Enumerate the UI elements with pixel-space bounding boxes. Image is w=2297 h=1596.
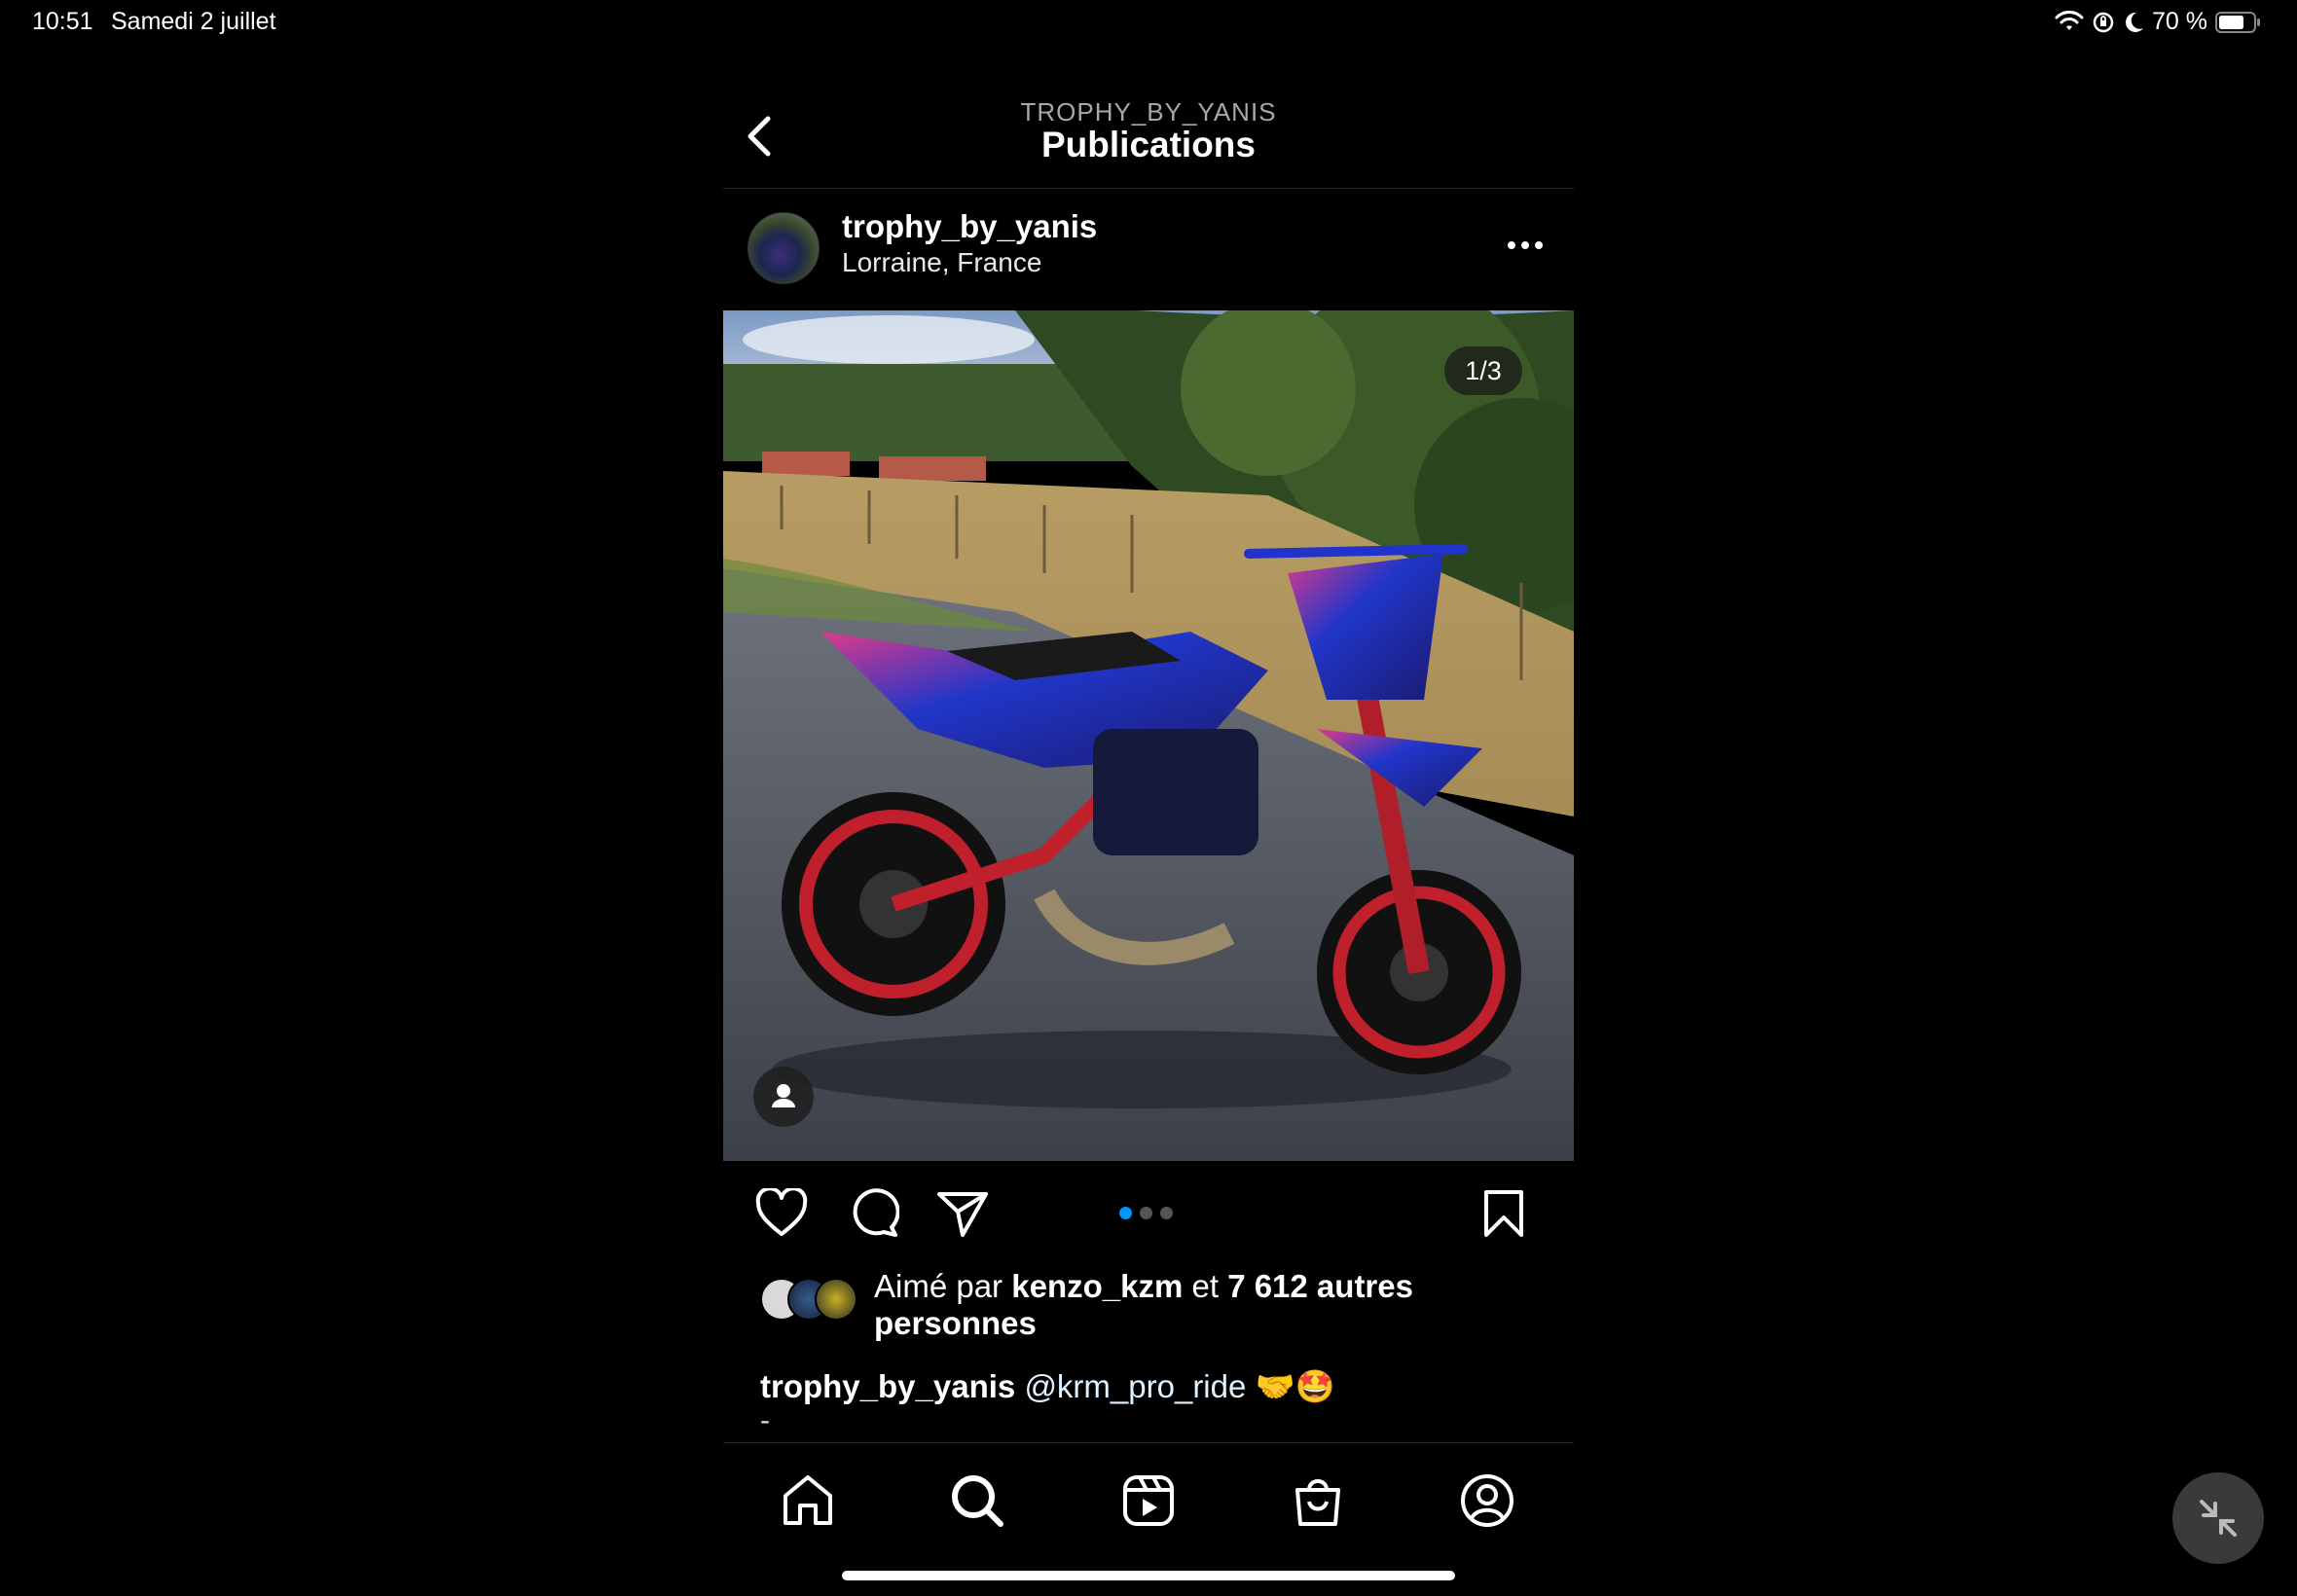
bookmark-icon[interactable] — [1482, 1188, 1525, 1239]
post-view: TROPHY_BY_YANIS Publications trophy_by_y… — [723, 78, 1574, 1528]
liker-username[interactable]: kenzo_kzm — [1011, 1268, 1183, 1304]
profile-icon[interactable] — [1459, 1472, 1515, 1529]
search-icon[interactable] — [949, 1472, 1005, 1529]
home-icon[interactable] — [780, 1472, 836, 1529]
orientation-lock-icon — [2093, 12, 2114, 32]
post-actions — [723, 1161, 1574, 1268]
caption-continuation: - — [760, 1404, 770, 1436]
caption-mention[interactable]: @krm_pro_ride — [1024, 1368, 1246, 1404]
likes-text: Aimé par kenzo_kzm et 7 612 autres perso… — [874, 1268, 1497, 1342]
page-title: Publications — [1041, 125, 1256, 164]
tagged-users-button[interactable] — [753, 1067, 814, 1127]
person-icon — [772, 1084, 795, 1107]
post-header: trophy_by_yanis Lorraine, France — [723, 189, 1574, 310]
home-indicator[interactable] — [842, 1571, 1455, 1580]
image-counter: 1/3 — [1444, 346, 1522, 395]
likes-summary[interactable]: Aimé par kenzo_kzm et 7 612 autres perso… — [723, 1268, 1574, 1351]
header: TROPHY_BY_YANIS Publications — [723, 78, 1574, 189]
motorcycle-photo — [723, 310, 1574, 1161]
liker-avatars — [760, 1278, 862, 1321]
header-subtitle: TROPHY_BY_YANIS — [1020, 97, 1277, 127]
status-icons: 70 % — [2055, 8, 2262, 36]
comment-icon[interactable] — [847, 1188, 899, 1239]
likes-conjunction: et — [1191, 1268, 1220, 1304]
carousel-dot-3 — [1160, 1207, 1173, 1219]
minimize-arrows-icon — [2200, 1500, 2237, 1537]
status-date: Samedi 2 juillet — [111, 8, 276, 35]
battery-percent: 70 % — [2152, 8, 2207, 35]
caption-emojis: 🤝🤩 — [1255, 1368, 1335, 1404]
minimize-button[interactable] — [2172, 1472, 2264, 1564]
battery-icon — [2215, 11, 2260, 33]
post-username[interactable]: trophy_by_yanis — [842, 208, 1097, 245]
avatar — [815, 1278, 857, 1321]
more-horizontal-icon[interactable] — [1506, 237, 1545, 253]
heart-icon[interactable] — [754, 1188, 809, 1239]
caption-username[interactable]: trophy_by_yanis — [760, 1368, 1015, 1404]
post-location[interactable]: Lorraine, France — [842, 247, 1041, 278]
moon-icon — [2126, 12, 2144, 32]
post-image[interactable]: 1/3 — [723, 310, 1574, 1161]
bottom-tab-bar — [723, 1442, 1574, 1553]
share-icon[interactable] — [935, 1188, 990, 1239]
shop-icon[interactable] — [1290, 1472, 1346, 1529]
likes-prefix: Aimé par — [874, 1268, 1003, 1304]
avatar[interactable] — [747, 212, 820, 284]
carousel-dot-1 — [1119, 1207, 1132, 1219]
reels-icon[interactable] — [1120, 1472, 1177, 1529]
carousel-dot-2 — [1140, 1207, 1152, 1219]
carousel-indicator — [1119, 1207, 1173, 1219]
wifi-icon — [2055, 10, 2084, 30]
status-time: 10:51 — [32, 8, 93, 35]
post-caption[interactable]: trophy_by_yanis @krm_pro_ride 🤝🤩 - — [723, 1351, 1574, 1436]
